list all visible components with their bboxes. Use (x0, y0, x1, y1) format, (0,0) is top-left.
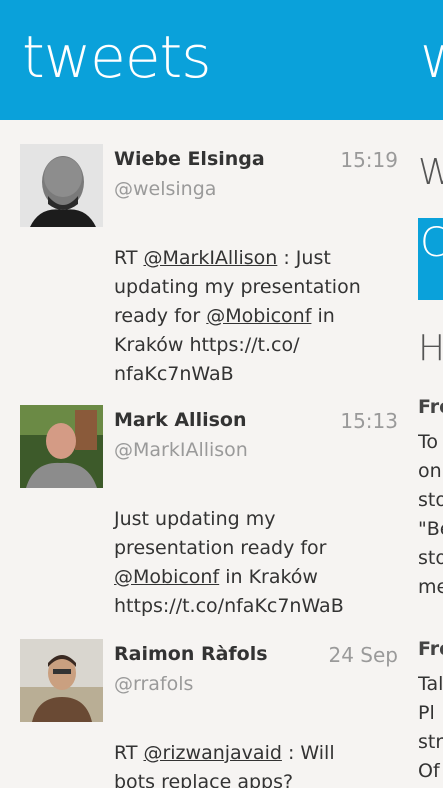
author-handle[interactable]: @rrafols (114, 673, 193, 695)
author-handle[interactable]: @welsinga (114, 178, 216, 200)
tweet-text: RT (114, 247, 144, 269)
tweet-body: Just updating my presentation ready for … (114, 505, 364, 621)
tweet-time: 24 Sep (328, 643, 398, 667)
avatar[interactable] (20, 639, 103, 722)
panel-tile-glyph: C (420, 220, 443, 266)
panel-line: sto (418, 547, 443, 569)
tweet-time: 15:13 (340, 409, 398, 433)
tweet-item[interactable]: Mark Allison 15:13 @MarkIAllison Just up… (20, 405, 410, 630)
app-header: tweets w (0, 0, 443, 120)
tweet-time: 15:19 (340, 148, 398, 172)
author-name[interactable]: Wiebe Elsinga (114, 148, 265, 170)
author-name[interactable]: Mark Allison (114, 409, 246, 431)
panel-line: Pl (418, 702, 435, 724)
panel-line: "Be (418, 518, 443, 540)
avatar[interactable] (20, 405, 103, 488)
author-name[interactable]: Raimon Ràfols (114, 643, 268, 665)
mention-link[interactable]: @rizwanjavaid (143, 742, 281, 764)
panel-subheading: H (418, 328, 443, 369)
tweet-item[interactable]: Wiebe Elsinga 15:19 @welsinga RT @MarkIA… (20, 144, 410, 414)
tweet-body: RT @MarkIAllison : Just updating my pres… (114, 244, 364, 389)
page-title: tweets (22, 23, 212, 91)
next-pivot-panel[interactable]: W C H Fro To on sto "Be sto me Fro Tal P… (418, 120, 443, 788)
panel-line: Of (418, 760, 440, 782)
tweet-item[interactable]: Raimon Ràfols 24 Sep @rrafols RT @rizwan… (20, 639, 410, 788)
panel-heading: W (418, 152, 443, 193)
mention-link[interactable]: @Mobiconf (114, 566, 219, 588)
tweet-text: Just updating my presentation ready for (114, 508, 327, 559)
tweet-body: RT @rizwanjavaid : Will bots replace app… (114, 739, 364, 788)
panel-line: me (418, 576, 443, 598)
panel-line: on (418, 460, 442, 482)
avatar[interactable] (20, 144, 103, 227)
tweet-text: RT (114, 742, 144, 764)
tweet-feed[interactable]: Wiebe Elsinga 15:19 @welsinga RT @MarkIA… (0, 120, 410, 788)
next-pivot-title[interactable]: w (420, 22, 443, 92)
author-handle[interactable]: @MarkIAllison (114, 439, 248, 461)
panel-line: To (418, 431, 439, 453)
panel-line: sto (418, 489, 443, 511)
panel-line: Tal (418, 673, 443, 695)
panel-section-title: Fro (418, 638, 443, 660)
mention-link[interactable]: @MarkIAllison (143, 247, 277, 269)
mention-link[interactable]: @Mobiconf (206, 305, 311, 327)
panel-line: str (418, 731, 443, 753)
panel-section-title: Fro (418, 396, 443, 418)
